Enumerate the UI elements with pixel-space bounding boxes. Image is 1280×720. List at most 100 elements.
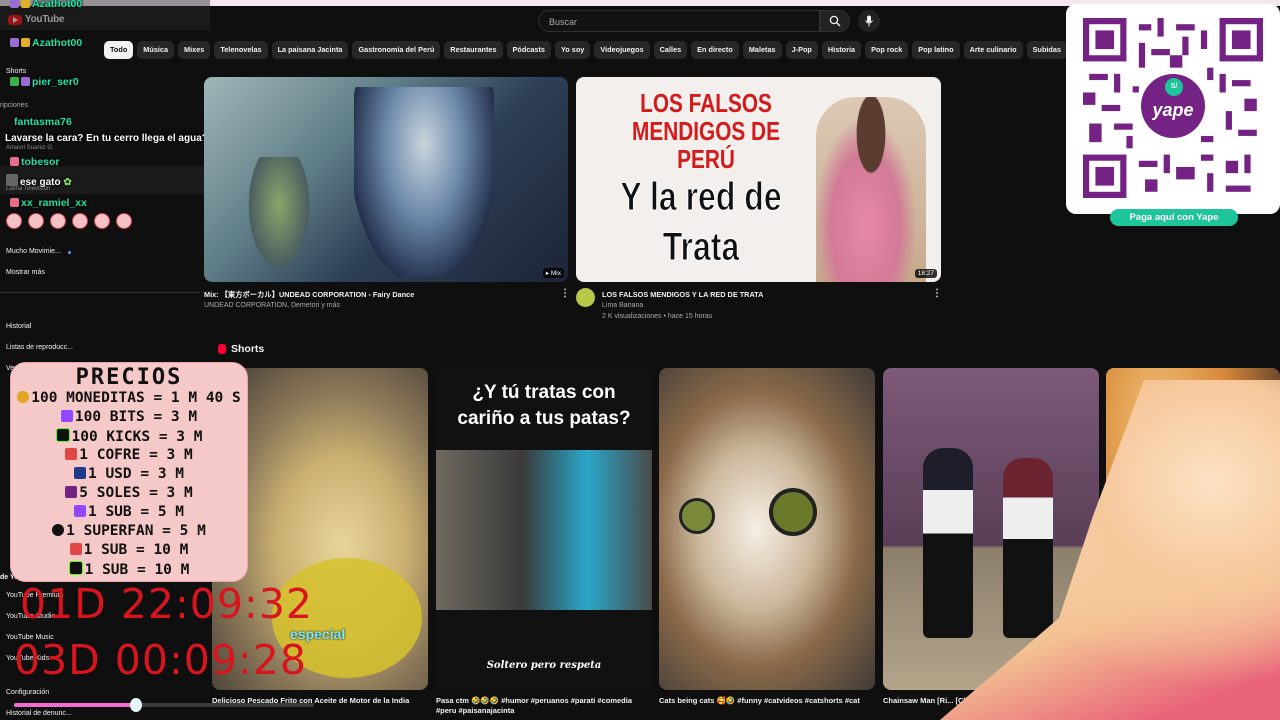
mix-badge: ▸ Mix [542, 268, 564, 278]
yape-pay-button[interactable]: Paga aquí con Yape [1110, 209, 1238, 226]
kick-icon [68, 561, 83, 575]
cat-eye-image [769, 488, 817, 536]
chest-icon [65, 448, 78, 460]
shorts-icon [218, 344, 226, 354]
woman-with-baby-image [816, 97, 926, 282]
chip-arte-culinario[interactable]: Arte culinario [963, 41, 1023, 59]
search-button[interactable] [820, 10, 850, 32]
sidebar-item-playlists[interactable]: Listas de reproducc... [6, 344, 73, 351]
chip-restaurantes[interactable]: Restaurantes [444, 41, 503, 59]
sidebar-item-settings[interactable]: Configuración [6, 689, 49, 696]
background-channel-name: Amauri Suarez G. [6, 145, 54, 151]
coin-icon: S/ [1165, 78, 1183, 96]
sub-badge-icon [10, 38, 19, 47]
chip-subidas[interactable]: Subidas [1026, 41, 1068, 59]
search-input[interactable]: Buscar [538, 10, 820, 32]
chip-videojuegos[interactable]: Videojuegos [594, 41, 650, 59]
stream-progress-track[interactable] [14, 703, 314, 707]
shorts-section-header: Shorts [218, 343, 264, 355]
channel-avatar[interactable] [576, 288, 595, 307]
sidebar-show-more[interactable]: Mostrar más [6, 269, 45, 276]
video-thumbnail[interactable]: ▸ Mix [204, 77, 568, 282]
short-thumbnail[interactable]: ¿Y tú tratas con cariño a tus patas? Sol… [436, 368, 652, 690]
anime-character-art [354, 87, 494, 277]
emote-row [6, 213, 132, 229]
sidebar-item-shorts[interactable]: Shorts [6, 68, 26, 75]
chat-username: Azathot00 [10, 0, 82, 10]
short-thumbnail[interactable] [659, 368, 875, 690]
emote-icon [72, 213, 88, 229]
new-content-dot [68, 251, 71, 254]
price-row: 100 BITS = 3 M [11, 409, 247, 425]
chip-podcasts[interactable]: Pódcasts [506, 41, 551, 59]
crown-badge-icon [21, 38, 30, 47]
sidebar-divider [0, 292, 200, 293]
chip-yo-soy[interactable]: Yo soy [554, 41, 591, 59]
sub-badge-icon [21, 77, 30, 86]
chip-pop-rock[interactable]: Pop rock [865, 41, 909, 59]
sidebar-item-channel[interactable]: Mucho Movimie... [6, 248, 61, 255]
chip-paisana-jacinta[interactable]: La paisana Jacinta [271, 41, 349, 59]
chest-icon [69, 543, 82, 555]
short-title[interactable]: Cats being cats 🥰🤣 #funny #catvideos #ca… [659, 696, 869, 706]
price-row: 1 USD = 3 M [11, 466, 247, 482]
search-icon [829, 15, 841, 27]
more-options-icon[interactable]: ⋮ [932, 288, 942, 299]
paypal-icon [73, 467, 86, 479]
cat-eye-image [679, 498, 715, 534]
coin-icon [17, 391, 30, 403]
twitch-icon [60, 410, 73, 422]
price-row: 100 MONEDITAS = 1 M 40 S [11, 390, 247, 406]
chip-calles[interactable]: Calles [653, 41, 688, 59]
more-options-icon[interactable]: ⋮ [560, 288, 570, 299]
comedy-scene-image [436, 450, 652, 610]
chat-username: fantasma76 [14, 116, 72, 128]
heart-badge-icon [10, 198, 19, 207]
crown-badge-icon [21, 0, 30, 8]
chat-username: Azathot00 [10, 37, 82, 49]
price-row: 1 COFRE = 3 M [11, 447, 247, 463]
kick-icon [55, 428, 70, 442]
chip-telenovelas[interactable]: Telenovelas [214, 41, 268, 59]
chat-username: tobesor [10, 156, 60, 168]
voice-search-button[interactable] [858, 10, 880, 32]
price-row: 100 KICKS = 3 M [11, 428, 247, 445]
progress-handle[interactable] [130, 698, 142, 712]
video-channel[interactable]: UNDEAD CORPORATION, Demetori y más [204, 302, 340, 309]
price-row: 1 SUB = 5 M [11, 504, 247, 520]
twitch-icon [73, 505, 86, 517]
chip-en-directo[interactable]: En directo [691, 41, 739, 59]
short-title[interactable]: Pasa ctm 🤣🤣🤣 #humor #peruanos #parati #c… [436, 696, 646, 716]
chip-jpop[interactable]: J-Pop [785, 41, 818, 59]
video-channel[interactable]: Lima Banana [602, 302, 643, 309]
chip-historia[interactable]: Historia [821, 41, 862, 59]
video-stats: 2 K visualizaciones • hace 15 horas [602, 313, 713, 320]
emote-icon [28, 213, 44, 229]
chat-username: pier_ser0 [10, 76, 79, 88]
chip-gastronomia[interactable]: Gastronomía del Perú [352, 41, 441, 59]
chip-pop-latino[interactable]: Pop latino [912, 41, 960, 59]
yape-icon [65, 486, 78, 498]
microphone-icon [865, 15, 873, 27]
price-row: 1 SUPERFAN = 5 M [11, 523, 247, 539]
anime-character-art [244, 157, 314, 277]
channel-watermark: Soltero pero respeta [486, 660, 602, 671]
sidebar-item-history[interactable]: Historial [6, 323, 31, 330]
video-title[interactable]: LOS FALSOS MENDIGOS Y LA RED DE TRATA [602, 290, 763, 299]
video-thumbnail[interactable]: LOS FALSOS MENDIGOS DE PERÚ Y la red de … [576, 77, 941, 282]
heart-badge-icon [10, 157, 19, 166]
chip-maletas[interactable]: Maletas [742, 41, 782, 59]
dancer-image [923, 448, 973, 638]
price-row: 5 SOLES = 3 M [11, 485, 247, 501]
weed-emote-icon: ✿ [63, 177, 72, 188]
sidebar-section-subscriptions: ripciones [0, 102, 29, 109]
moderator-badge-icon [10, 77, 19, 86]
countdown-timer: 01D 22:09:32 [20, 580, 313, 628]
video-title[interactable]: Mix: 【東方ボーカル】UNDEAD CORPORATION - Fairy … [204, 290, 414, 300]
price-row: 1 SUB = 10 M [11, 561, 247, 578]
countdown-timer: 03D 00:09:28 [14, 636, 307, 684]
emote-icon [116, 213, 132, 229]
price-row: 1 SUB = 10 M [11, 542, 247, 558]
chat-message: Lavarse la cara? En tu cerro llega el ag… [5, 133, 208, 144]
sidebar-item-report-history[interactable]: Historial de denunc... [6, 710, 72, 717]
